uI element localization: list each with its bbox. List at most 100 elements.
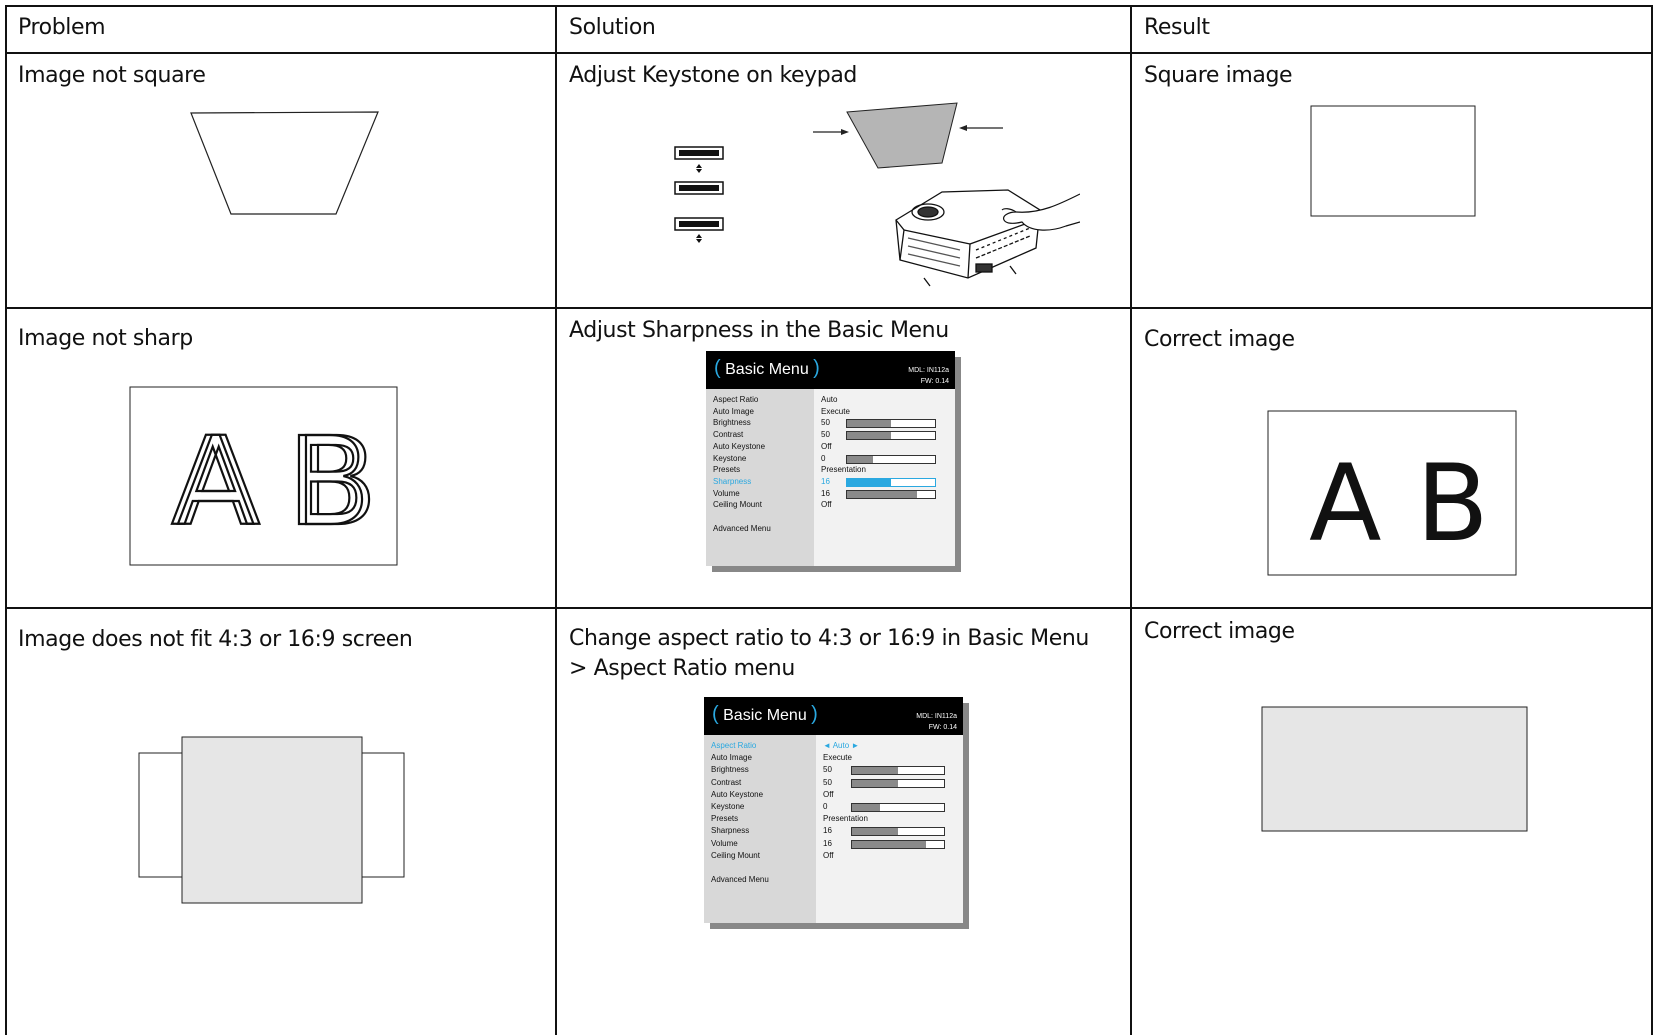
osd-slider-sharpness[interactable] [851, 827, 945, 837]
keypad-figure [674, 146, 724, 243]
osd-item-auto-keystone[interactable]: Auto Keystone [711, 789, 763, 801]
blurry-image-figure: A A B B [129, 386, 398, 566]
osd-item-contrast[interactable]: Contrast [713, 429, 743, 441]
osd-slider-fill [847, 420, 891, 428]
osd-slider-fill [852, 828, 898, 836]
header-problem: Problem [18, 15, 106, 40]
blurry-letter-b-ghost: B [294, 411, 378, 553]
osd-item-presets[interactable]: Presets [713, 464, 740, 476]
osd-item-advanced-menu[interactable]: Advanced Menu [713, 523, 771, 535]
osd-item-keystone[interactable]: Keystone [713, 453, 746, 465]
osd-slider-sharpness[interactable] [846, 477, 936, 487]
keystoned-image-figure [190, 111, 379, 215]
osd-item-presets[interactable]: Presets [711, 813, 738, 825]
osd-item-keystone[interactable]: Keystone [711, 801, 744, 813]
column-divider [555, 5, 557, 1035]
column-divider [1130, 5, 1132, 1035]
osd-item-ceiling-mount[interactable]: Ceiling Mount [711, 850, 760, 862]
basic-menu-screen-sharpness: ( Basic Menu ) MDL: IN112a FW: 0.14 Aspec… [706, 351, 955, 566]
trapezoid-shape [190, 111, 379, 215]
header-result: Result [1144, 15, 1210, 40]
osd-slider-fill [852, 840, 926, 848]
osd-slider-contrast[interactable] [846, 431, 936, 441]
osd-item-brightness[interactable]: Brightness [711, 764, 749, 776]
projector-icon [895, 189, 1041, 287]
osd-value-auto-image: Execute [821, 406, 850, 416]
osd-item-brightness[interactable]: Brightness [713, 417, 751, 429]
osd-slider-fill [847, 432, 891, 440]
osd-item-contrast[interactable]: Contrast [711, 777, 741, 789]
osd-label-column: Aspect Ratio Auto Image Brightness Contrast… [706, 389, 814, 566]
osd-value-brightness: 50 [821, 418, 830, 428]
osd-title-text: Basic Menu [723, 707, 807, 724]
osd-item-volume[interactable]: Volume [711, 838, 738, 850]
row3-solution: Change aspect ratio to 4:3 or 16:9 in Ba… [569, 626, 1089, 681]
osd-value-presets: Presentation [821, 465, 866, 475]
osd-value-presets: Presentation [823, 814, 868, 824]
row-divider [5, 607, 1651, 609]
letterbox-image-figure [138, 736, 405, 904]
osd-firmware: FW: 0.14 [928, 724, 957, 731]
row2-solution: Adjust Sharpness in the Basic Menu [569, 318, 949, 343]
osd-firmware: FW: 0.14 [920, 378, 949, 385]
osd-title: ( Basic Menu ) [714, 357, 820, 380]
osd-paren-close: ) [813, 357, 820, 379]
row-divider [5, 307, 1651, 309]
osd-value-aspect-ratio: ◄ Auto ► [823, 741, 860, 750]
osd-item-advanced-menu[interactable]: Advanced Menu [711, 874, 769, 886]
osd-model: MDL: IN112a [916, 713, 957, 720]
osd-slider-fill [852, 767, 898, 775]
osd-item-sharpness[interactable]: Sharpness [711, 825, 749, 837]
osd-value-column: Auto Execute 50 50 Off 0 Presentation 16 16 Off [814, 389, 955, 566]
osd-value-contrast: 50 [821, 430, 830, 440]
osd-header: ( Basic Menu ) MDL: IN112a FW: 0.14 [704, 697, 963, 735]
row2-problem: Image not sharp [18, 326, 193, 351]
row-divider [5, 52, 1651, 54]
osd-model: MDL: IN112a [908, 367, 949, 374]
osd-item-aspect-ratio[interactable]: Aspect Ratio [711, 740, 756, 752]
osd-item-volume[interactable]: Volume [713, 488, 740, 500]
fitted-image-figure [1261, 706, 1528, 832]
osd-slider-fill [847, 455, 874, 463]
osd-value-auto-keystone: Off [821, 441, 832, 451]
osd-value-ceiling-mount: Off [823, 850, 834, 860]
osd-value-column: ◄ Auto ► Execute 50 50 Off 0 Presentation 16 16 O… [816, 735, 963, 923]
keypad-middle-key [674, 181, 724, 195]
keystone-up-key [674, 146, 724, 173]
osd-item-aspect-ratio[interactable]: Aspect Ratio [713, 394, 758, 406]
sharp-letter-b: B [1416, 442, 1489, 565]
osd-item-auto-image[interactable]: Auto Image [713, 406, 754, 418]
osd-label-column: Aspect Ratio Auto Image Brightness Contrast… [704, 735, 816, 923]
osd-value-auto-image: Execute [823, 753, 852, 763]
projector-hand-illustration [895, 189, 1080, 287]
osd-value-brightness: 50 [823, 765, 832, 775]
osd-slider-brightness[interactable] [851, 766, 945, 776]
osd-version: MDL: IN112a FW: 0.14 [908, 365, 949, 387]
blurry-letter-a-ghost: A [177, 411, 260, 553]
osd-slider-volume[interactable] [846, 489, 936, 499]
sharp-image-figure: A B [1267, 410, 1517, 576]
osd-version: MDL: IN112a FW: 0.14 [916, 711, 957, 733]
osd-slider-volume[interactable] [851, 839, 945, 849]
osd-slider-contrast[interactable] [851, 778, 945, 788]
column-divider [1651, 5, 1653, 1035]
osd-slider-keystone[interactable] [846, 454, 936, 464]
row1-problem: Image not square [18, 63, 206, 88]
row3-problem: Image does not fit 4:3 or 16:9 screen [18, 627, 413, 652]
osd-slider-keystone[interactable] [851, 803, 945, 812]
osd-value-keystone: 0 [823, 802, 828, 811]
square-image-frame [1310, 105, 1476, 217]
osd-item-auto-image[interactable]: Auto Image [711, 752, 752, 764]
osd-slider-brightness[interactable] [846, 419, 936, 429]
header-solution: Solution [569, 15, 656, 40]
osd-item-ceiling-mount[interactable]: Ceiling Mount [713, 499, 762, 511]
osd-title: ( Basic Menu ) [712, 703, 818, 726]
osd-value-aspect-ratio: Auto [821, 395, 838, 404]
sharp-letter-a: A [1309, 442, 1382, 565]
keystone-correction-figure [813, 102, 1003, 169]
arrow-left-icon [959, 125, 967, 131]
basic-menu-screen-aspect: ( Basic Menu ) MDL: IN112a FW: 0.14 Aspec… [704, 697, 963, 923]
osd-item-sharpness[interactable]: Sharpness [713, 476, 751, 488]
osd-slider-fill [847, 478, 891, 486]
osd-item-auto-keystone[interactable]: Auto Keystone [713, 441, 765, 453]
